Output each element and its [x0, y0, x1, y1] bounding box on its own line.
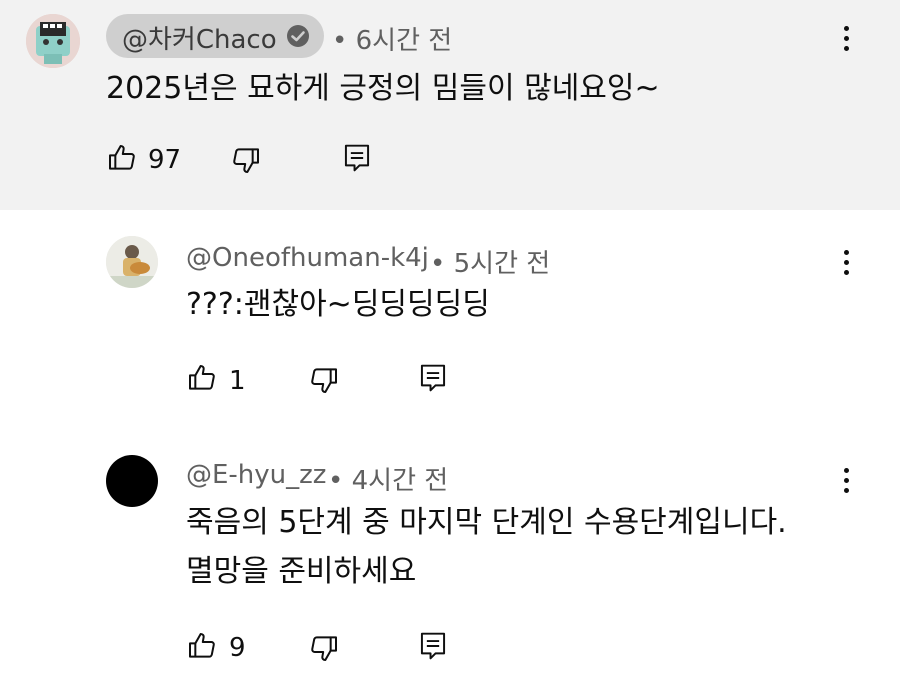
like-count: 97 — [148, 145, 182, 175]
comment-timestamp[interactable]: • 6시간 전 — [332, 20, 452, 57]
thumb-up-icon[interactable] — [106, 142, 138, 174]
thumb-down-icon[interactable] — [308, 364, 340, 396]
reply-icon[interactable] — [418, 362, 448, 394]
verified-check-icon — [286, 24, 310, 48]
comment-author[interactable]: @E-hyu_zz — [186, 460, 326, 490]
thumb-down-icon[interactable] — [230, 144, 262, 176]
avatar[interactable] — [26, 14, 80, 68]
comment-text-line: 죽음의 5단계 중 마지막 단계인 수용단계입니다. — [186, 505, 787, 540]
reply-icon[interactable] — [342, 142, 372, 174]
comment-text: 2025년은 묘하게 긍정의 밈들이 많네요잉~ — [106, 71, 660, 106]
avatar[interactable] — [106, 455, 158, 507]
reply-icon[interactable] — [418, 630, 448, 662]
more-vert-icon[interactable] — [843, 26, 851, 56]
avatar[interactable] — [106, 236, 158, 288]
comment-author[interactable]: @차커Chaco — [122, 19, 277, 56]
comment-text-line: 멸망을 준비하세요 — [186, 554, 417, 589]
more-vert-icon[interactable] — [843, 468, 851, 498]
comment-author[interactable]: @Oneofhuman-k4j — [186, 243, 429, 273]
like-count: 1 — [229, 366, 246, 396]
comment-timestamp[interactable]: • 5시간 전 — [430, 243, 550, 280]
thumb-down-icon[interactable] — [308, 632, 340, 664]
comment-timestamp[interactable]: • 4시간 전 — [328, 460, 448, 497]
thumb-up-icon[interactable] — [186, 630, 218, 662]
like-count: 9 — [229, 633, 246, 663]
more-vert-icon[interactable] — [843, 250, 851, 280]
thumb-up-icon[interactable] — [186, 362, 218, 394]
comment-text: ???:괜찮아~딩딩딩딩딩 — [186, 287, 490, 322]
